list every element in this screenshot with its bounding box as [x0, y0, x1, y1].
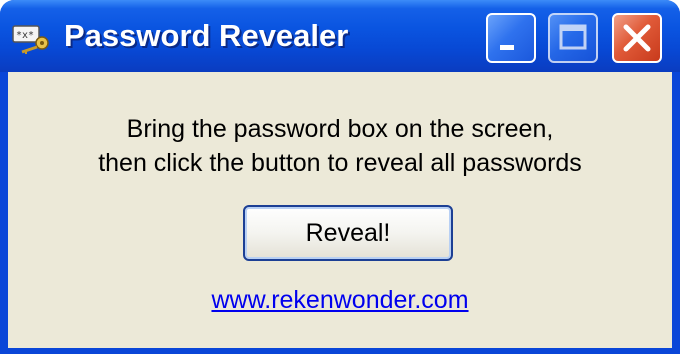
maximize-icon [559, 24, 587, 50]
instruction-line-2: then click the button to reveal all pass… [98, 149, 582, 177]
window-title: Password Revealer [64, 18, 349, 53]
close-icon [623, 24, 651, 52]
client-area: Bring the password box on the screen, th… [8, 72, 672, 348]
app-key-icon: *x* [12, 24, 56, 54]
app-window: *x* Password Revealer Bring the password… [0, 0, 680, 354]
maximize-button[interactable] [548, 13, 598, 63]
instructions: Bring the password box on the screen, th… [0, 112, 680, 180]
close-button[interactable] [612, 13, 662, 63]
website-link[interactable]: www.rekenwonder.com [0, 286, 680, 315]
svg-text:*x*: *x* [16, 30, 34, 41]
title-bar[interactable]: *x* Password Revealer [0, 0, 680, 72]
minimize-button[interactable] [486, 13, 536, 63]
reveal-button[interactable]: Reveal! [243, 205, 453, 261]
instruction-line-1: Bring the password box on the screen, [126, 115, 554, 143]
minimize-icon [500, 45, 514, 50]
